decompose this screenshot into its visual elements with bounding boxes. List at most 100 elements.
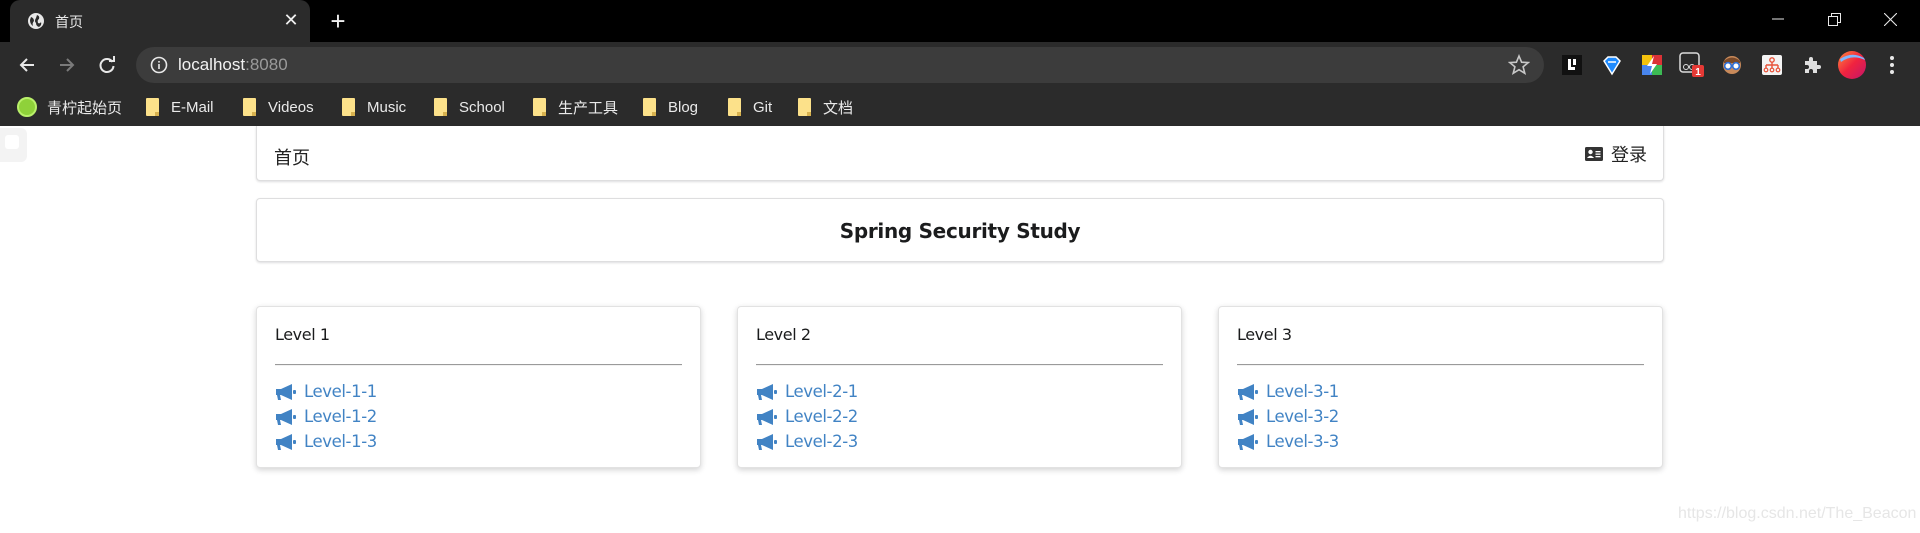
- glasses-extension-icon[interactable]: [1718, 51, 1746, 79]
- card-divider: [1237, 364, 1644, 366]
- side-toggle-widget[interactable]: [0, 128, 27, 162]
- level-link[interactable]: Level-2-2: [756, 404, 858, 429]
- bookmark-folder[interactable]: School: [434, 96, 505, 118]
- level-link[interactable]: Level-2-3: [756, 429, 858, 454]
- tab-close-icon[interactable]: ✕: [280, 9, 302, 31]
- bullhorn-icon: [757, 433, 777, 450]
- link-label: Level-1-3: [304, 432, 377, 451]
- bookmark-label: School: [459, 98, 505, 116]
- arrow-left-icon: [19, 58, 34, 72]
- tab-title: 首页: [55, 14, 83, 30]
- bookmark-folder[interactable]: Videos: [243, 96, 314, 118]
- card-divider: [275, 364, 682, 366]
- bookmarks-bar: 青柠起始页 E-Mail Videos Music School 生产工具 Bl…: [0, 88, 1920, 126]
- diamond-extension-icon[interactable]: [1598, 51, 1626, 79]
- window-close-button[interactable]: [1862, 0, 1918, 38]
- bullhorn-icon: [757, 383, 777, 400]
- folder-icon: [342, 98, 355, 116]
- new-tab-button[interactable]: +: [325, 7, 351, 35]
- forward-button[interactable]: [53, 51, 81, 79]
- folder-icon: [728, 98, 741, 116]
- link-label: Level-2-2: [785, 407, 858, 426]
- bookmark-label: 青柠起始页: [47, 99, 123, 117]
- bullhorn-icon: [1238, 408, 1258, 425]
- card-title: Level 1: [275, 325, 330, 344]
- bookmark-star-icon[interactable]: [1508, 54, 1530, 76]
- level-link[interactable]: Level-3-3: [1237, 429, 1339, 454]
- url-port: :8080: [245, 55, 288, 74]
- login-label: 登录: [1611, 145, 1647, 165]
- tracker-extension-icon[interactable]: 1: [1678, 51, 1706, 79]
- card-title: Level 2: [756, 325, 811, 344]
- browser-titlebar: 首页 ✕ +: [0, 0, 1920, 42]
- page-title: Spring Security Study: [839, 219, 1081, 243]
- level-card: Level 3 Level-3-1 Level-3-2 Level-3-3: [1218, 306, 1663, 468]
- bookmark-label: Videos: [268, 98, 314, 116]
- bullhorn-icon: [276, 383, 296, 400]
- address-url[interactable]: localhost:8080: [178, 55, 288, 75]
- bookmark-folder[interactable]: 生产工具: [533, 96, 618, 118]
- info-icon[interactable]: [150, 56, 168, 74]
- bookmark-item[interactable]: 青柠起始页: [17, 96, 122, 118]
- bookmark-label: E-Mail: [171, 98, 214, 116]
- link-label: Level-3-3: [1266, 432, 1339, 451]
- address-bar[interactable]: localhost:8080: [136, 47, 1544, 83]
- nav-home-link[interactable]: 首页: [274, 144, 310, 170]
- close-icon: [1883, 12, 1897, 26]
- browser-toolbar: localhost:8080 1: [0, 42, 1920, 88]
- id-card-icon: [1585, 147, 1603, 161]
- level-link[interactable]: Level-1-2: [275, 404, 377, 429]
- folder-icon: [146, 98, 159, 116]
- bookmark-label: Music: [367, 98, 407, 116]
- reload-icon: [99, 56, 115, 73]
- puzzle-extensions-icon[interactable]: [1798, 51, 1826, 79]
- card-title: Level 3: [1237, 325, 1292, 344]
- back-button[interactable]: [13, 51, 41, 79]
- folder-icon: [798, 98, 811, 116]
- top-nav-menu: 首页 登录: [256, 126, 1664, 181]
- bolt-extension-icon[interactable]: [1638, 51, 1666, 79]
- url-host: localhost: [178, 55, 246, 74]
- profile-avatar-icon[interactable]: [1838, 51, 1866, 79]
- window-restore-button[interactable]: [1806, 0, 1862, 38]
- bullhorn-icon: [757, 408, 777, 425]
- globe-icon: [28, 13, 44, 29]
- sitemap-extension-icon[interactable]: [1758, 51, 1786, 79]
- bullhorn-icon: [276, 408, 296, 425]
- folder-icon: [434, 98, 447, 116]
- minimize-icon: [1772, 18, 1784, 20]
- bullhorn-icon: [1238, 383, 1258, 400]
- link-label: Level-3-2: [1266, 407, 1339, 426]
- page-content: 首页 登录 Spring Security Study Level 1 Leve…: [0, 126, 1920, 533]
- reload-button[interactable]: [93, 51, 121, 79]
- link-label: Level-3-1: [1266, 382, 1339, 401]
- folder-icon: [533, 98, 546, 116]
- bookmark-folder[interactable]: E-Mail: [146, 96, 214, 118]
- level-link[interactable]: Level-2-1: [756, 379, 858, 404]
- lime-icon: [17, 97, 37, 117]
- browser-tab[interactable]: 首页 ✕: [10, 0, 310, 42]
- nav-login-link[interactable]: 登录: [1585, 141, 1647, 167]
- lingq-extension-icon[interactable]: [1558, 51, 1586, 79]
- header-segment: Spring Security Study: [256, 198, 1664, 262]
- level-link[interactable]: Level-3-2: [1237, 404, 1339, 429]
- bookmark-folder[interactable]: Music: [342, 96, 406, 118]
- more-menu-icon[interactable]: [1878, 51, 1906, 79]
- bullhorn-icon: [1238, 433, 1258, 450]
- level-link[interactable]: Level-1-1: [275, 379, 377, 404]
- level-link[interactable]: Level-3-1: [1237, 379, 1339, 404]
- bookmark-folder[interactable]: Git: [728, 96, 772, 118]
- arrow-right-icon: [60, 58, 75, 72]
- bullhorn-icon: [276, 433, 296, 450]
- level-card: Level 2 Level-2-1 Level-2-2 Level-2-3: [737, 306, 1182, 468]
- level-link[interactable]: Level-1-3: [275, 429, 377, 454]
- window-minimize-button[interactable]: [1750, 0, 1806, 38]
- restore-icon: [1827, 12, 1841, 26]
- bookmark-label: Git: [753, 98, 773, 116]
- level-card: Level 1 Level-1-1 Level-1-2 Level-1-3: [256, 306, 701, 468]
- bookmark-folder[interactable]: Blog: [643, 96, 698, 118]
- bookmark-folder[interactable]: 文档: [798, 96, 853, 118]
- folder-icon: [243, 98, 256, 116]
- extension-badge: 1: [1695, 67, 1701, 78]
- link-label: Level-2-3: [785, 432, 858, 451]
